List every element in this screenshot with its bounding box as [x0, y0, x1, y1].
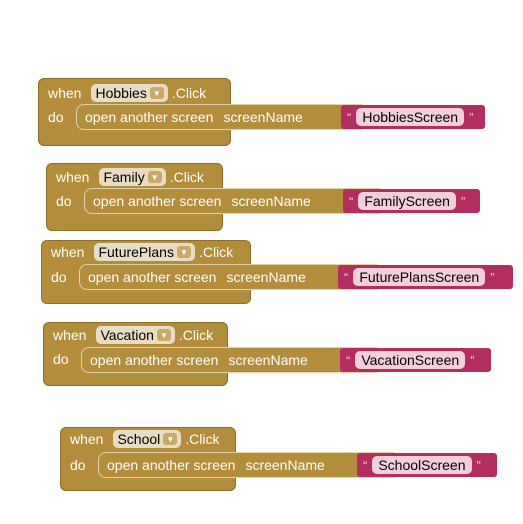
triangle-down-icon[interactable]: ▼: [176, 246, 191, 258]
text-string-block[interactable]: “ FuturePlansScreen ”: [338, 265, 513, 289]
event-header: when School ▼ .Click: [70, 428, 220, 450]
do-label-row: do: [70, 454, 86, 476]
triangle-down-icon[interactable]: ▼: [149, 87, 164, 99]
when-label: when: [56, 169, 90, 185]
do-label-row: do: [51, 266, 67, 288]
call-label: open another screen: [88, 269, 217, 285]
triangle-down-icon[interactable]: ▼: [147, 171, 162, 183]
component-dropdown[interactable]: Family ▼: [99, 168, 166, 186]
do-label-row: do: [53, 348, 69, 370]
call-label: open another screen: [90, 352, 219, 368]
param-label: screenName: [228, 352, 308, 368]
quote-close: ”: [470, 352, 475, 368]
component-name: School: [117, 431, 161, 447]
quote-close: ”: [469, 109, 474, 125]
text-value[interactable]: FamilyScreen: [358, 192, 456, 210]
param-label: screenName: [223, 109, 303, 125]
quote-close: ”: [460, 193, 466, 209]
event-block-school[interactable]: when School ▼ .Click do open another scr…: [60, 427, 497, 491]
component-name: FuturePlans: [98, 244, 174, 260]
text-value[interactable]: SchoolScreen: [372, 456, 472, 474]
quote-open: “: [347, 109, 352, 125]
do-label: do: [56, 193, 72, 209]
open-another-screen-block[interactable]: open another screen screenName: [76, 104, 368, 130]
when-label: when: [48, 85, 82, 101]
do-label: do: [51, 269, 67, 285]
component-name: Hobbies: [95, 85, 147, 101]
event-name: .Click: [198, 244, 234, 260]
quote-open: “: [346, 352, 351, 368]
event-block-family[interactable]: when Family ▼ .Click do open another scr…: [46, 163, 482, 231]
param-label: screenName: [245, 457, 325, 473]
event-block-futureplans[interactable]: when FuturePlans ▼ .Click do open anothe…: [41, 240, 514, 304]
event-header: when Family ▼ .Click: [56, 166, 204, 188]
do-label-row: do: [56, 190, 72, 212]
component-dropdown[interactable]: FuturePlans ▼: [94, 243, 195, 261]
do-label: do: [53, 351, 69, 367]
quote-open: “: [349, 193, 354, 209]
param-label: screenName: [226, 269, 306, 285]
component-dropdown[interactable]: Hobbies ▼: [91, 84, 168, 102]
text-string-block[interactable]: “ VacationScreen ”: [340, 348, 491, 372]
call-label: open another screen: [93, 193, 222, 209]
event-block-hobbies[interactable]: when Hobbies ▼ .Click do open another sc…: [38, 78, 488, 146]
when-label: when: [51, 244, 85, 260]
event-header: when FuturePlans ▼ .Click: [51, 241, 233, 263]
component-name: Family: [103, 169, 145, 185]
component-dropdown[interactable]: Vacation ▼: [96, 326, 175, 344]
do-label-row: do: [48, 106, 64, 128]
event-name: .Click: [185, 431, 220, 447]
text-string-block[interactable]: “ SchoolScreen ”: [357, 453, 497, 477]
quote-open: “: [344, 269, 349, 285]
event-name: .Click: [171, 85, 207, 101]
text-value[interactable]: FuturePlansScreen: [353, 268, 486, 286]
component-name: Vacation: [100, 327, 154, 343]
quote-close: ”: [490, 269, 495, 285]
triangle-down-icon[interactable]: ▼: [163, 433, 178, 445]
open-another-screen-block[interactable]: open another screen screenName: [81, 347, 383, 373]
do-label: do: [48, 109, 64, 125]
do-label: do: [70, 457, 86, 473]
event-name: .Click: [178, 327, 214, 343]
open-another-screen-block[interactable]: open another screen screenName: [84, 188, 386, 214]
text-value[interactable]: VacationScreen: [355, 351, 466, 369]
when-label: when: [70, 431, 104, 447]
triangle-down-icon[interactable]: ▼: [156, 329, 171, 341]
quote-open: “: [363, 457, 368, 473]
text-string-block[interactable]: “ HobbiesScreen ”: [341, 105, 485, 129]
event-block-vacation[interactable]: when Vacation ▼ .Click do open another s…: [43, 322, 491, 386]
event-header: when Hobbies ▼ .Click: [48, 82, 206, 104]
param-label: screenName: [231, 193, 311, 209]
text-value[interactable]: HobbiesScreen: [356, 108, 465, 126]
call-label: open another screen: [107, 457, 236, 473]
component-dropdown[interactable]: School ▼: [113, 430, 182, 448]
open-another-screen-block[interactable]: open another screen screenName: [98, 452, 400, 478]
quote-close: ”: [476, 457, 481, 473]
event-name: .Click: [169, 169, 204, 185]
text-string-block[interactable]: “ FamilyScreen ”: [343, 189, 480, 213]
when-label: when: [53, 327, 87, 343]
call-label: open another screen: [85, 109, 214, 125]
event-header: when Vacation ▼ .Click: [53, 324, 213, 346]
